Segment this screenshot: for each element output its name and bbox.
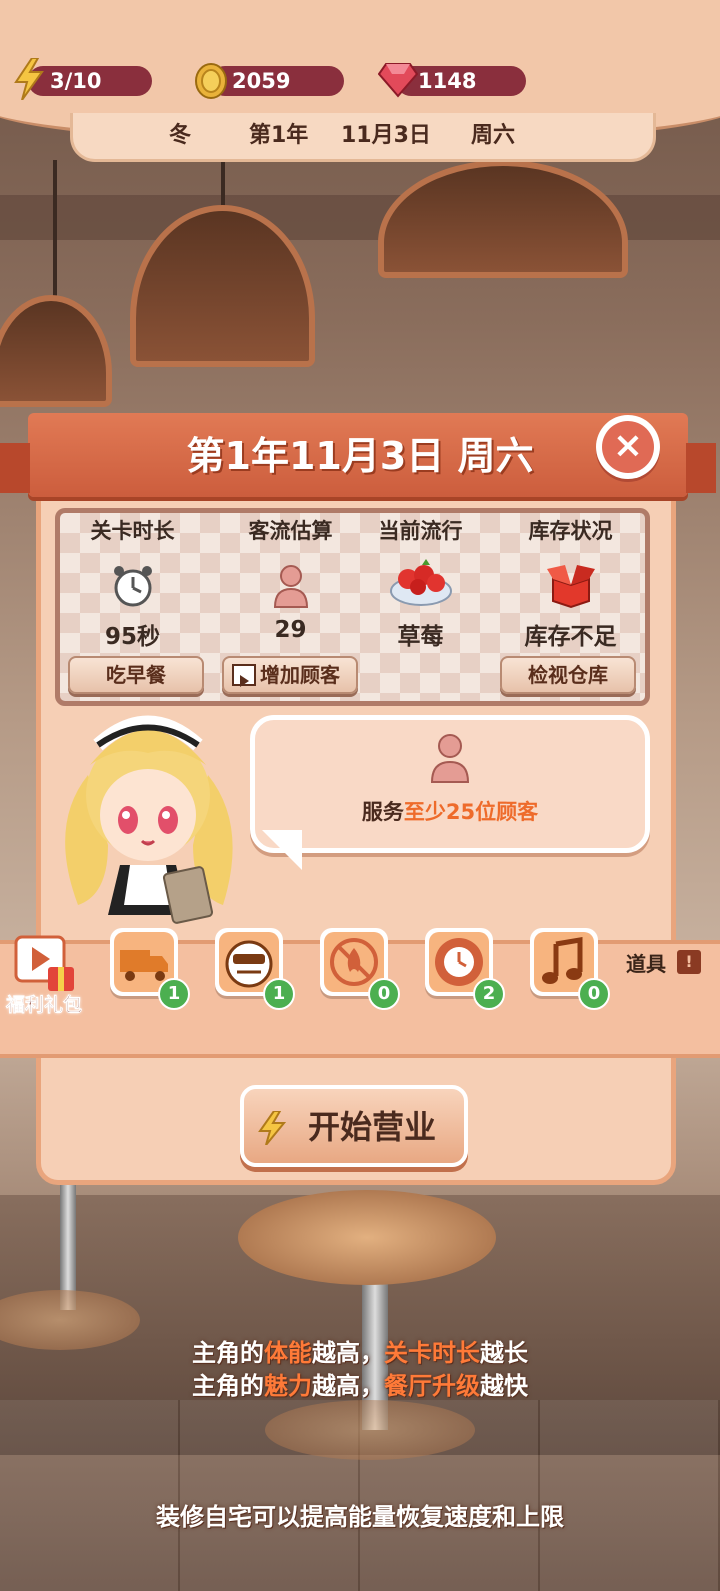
traffic-column: 客流估算 29 [218,515,363,643]
duration-value: 95秒 [104,624,160,650]
stock-column: 库存状况 库存不足 [498,515,643,650]
add-customers-button[interactable]: 增加顾客 [222,656,358,694]
tool-sign[interactable]: 1 [215,928,295,1010]
alarm-clock-icon [111,563,155,613]
eat-breakfast-button[interactable]: 吃早餐 [68,656,204,694]
goal-highlight: 至少25位顾客 [403,800,539,824]
view-warehouse-button[interactable]: 检视仓库 [500,656,636,694]
trend-column: 当前流行 草莓 [348,515,493,650]
lightning-icon [12,57,46,108]
date-label: 11月3日 [341,123,431,148]
traffic-header: 客流估算 [248,519,333,543]
coin-counter[interactable]: 2059 [195,63,344,99]
close-button[interactable]: × [596,415,660,479]
ceiling-lamp-center [130,160,315,380]
tool-count-badge: 1 [263,978,295,1010]
person-icon [271,563,311,613]
ceiling-lamp-left [0,160,112,420]
tip-charm: 主角的魅力越高，餐厅升级越快 [192,1372,528,1400]
stool-seat-base [265,1400,475,1460]
tool-count-badge: 0 [368,978,400,1010]
close-icon: × [602,421,654,473]
top-bar: 3/10 2059 1148 冬 第1年 11月3日 周六 [0,0,720,162]
start-business-button[interactable]: 开始营业 [240,1085,468,1167]
stool-seat [238,1190,496,1285]
tool-delivery[interactable]: 1 [110,928,190,1010]
props-toggle-icon[interactable]: ! [677,950,701,974]
energy-counter[interactable]: 3/10 [14,57,152,101]
stock-header: 库存状况 [528,519,613,543]
tool-music[interactable]: 0 [530,928,610,1010]
year-label: 第1年 [249,123,309,148]
open-box-icon [546,563,595,613]
duration-column: 关卡时长 95秒 [60,515,205,650]
tool-no-fire[interactable]: 0 [320,928,400,1010]
trend-value: 草莓 [397,624,444,650]
tool-clock-gear[interactable]: 2 [425,928,505,1010]
tool-count-badge: 2 [473,978,505,1010]
maid-character [48,705,248,935]
duration-header: 关卡时长 [90,519,175,543]
weekday-label: 周六 [471,123,516,148]
tip-stamina: 主角的体能越高，关卡时长越长 [192,1339,528,1367]
tool-count-badge: 1 [158,978,190,1010]
coin-icon [194,62,228,108]
start-business-label: 开始营业 [308,1108,437,1146]
speech-bubble-tail [262,830,302,870]
goal-text: 服务至少25位顾客 [361,800,539,824]
stock-value: 库存不足 [524,624,617,650]
season-label: 冬 [169,123,192,148]
traffic-value: 29 [274,617,307,643]
date-bar: 冬 第1年 11月3日 周六 [70,113,656,162]
props-label[interactable]: 道具 [626,948,666,977]
add-customers-label: 增加顾客 [260,663,340,687]
gem-counter[interactable]: 1148 [377,63,526,98]
trend-header: 当前流行 [378,519,463,543]
tool-count-badge: 0 [578,978,610,1010]
lightning-icon [258,1110,287,1149]
welfare-gift-label: 福利礼包 [6,994,83,1017]
customer-goal-icon [428,732,472,788]
ruby-gem-icon [377,62,419,106]
video-icon [232,664,256,687]
strawberry-bowl-icon [388,555,454,617]
tip-home-decoration: 装修自宅可以提高能量恢复速度和上限 [156,1503,564,1531]
ceiling-lamp-right [378,160,628,290]
